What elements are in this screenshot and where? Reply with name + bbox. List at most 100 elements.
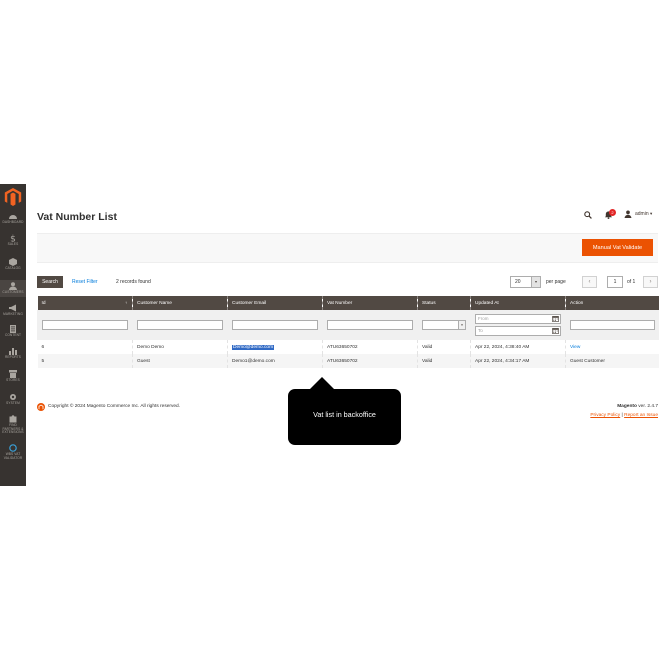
next-page-button[interactable]: › (643, 276, 658, 288)
column-header-customer-email[interactable]: Customer Email (227, 296, 323, 310)
sidebar-item-marketing[interactable]: MARKETING (0, 304, 26, 317)
calendar-icon[interactable] (552, 328, 559, 334)
sidebar-item-label: STORES (6, 378, 20, 382)
page-title: Vat Number List (37, 211, 117, 223)
filter-from-placeholder: From (478, 316, 489, 321)
sidebar-item-label: SYSTEM (6, 401, 20, 405)
filter-customer-email-input[interactable] (232, 320, 318, 330)
chevron-down-icon[interactable]: ▾ (531, 277, 540, 287)
sidebar-item-label: MARKETING (3, 312, 23, 316)
page-size-select[interactable]: 20 ▾ (510, 276, 541, 288)
vat-validator-icon (9, 444, 17, 452)
view-link[interactable]: View (570, 345, 580, 350)
gear-icon (10, 394, 16, 400)
column-header-action: Action (565, 296, 659, 310)
filter-to-placeholder: To (478, 328, 483, 333)
calendar-icon[interactable] (552, 316, 559, 322)
column-header-updated-at[interactable]: Updated At (470, 296, 566, 310)
sidebar-item-label: SALES (7, 242, 19, 246)
selected-email-text: Demo@demo.com (232, 344, 275, 350)
sidebar-item-content[interactable]: CONTENT (0, 325, 26, 338)
sidebar-item-label: CUSTOMERS (2, 290, 24, 294)
cell-customer-name: Guest (132, 354, 228, 368)
sidebar-item-customers[interactable]: CUSTOMERS (0, 280, 26, 297)
copyright-text: Copyright © 2024 Magento Commerce Inc. A… (48, 404, 181, 409)
filter-action-input[interactable] (570, 320, 655, 330)
sidebar-item-catalog[interactable]: CATALOG (0, 258, 26, 271)
page-count: of 1 (627, 279, 636, 285)
admin-username[interactable]: admin (635, 211, 649, 217)
page-actions-bar: Manual Vat Validate (37, 233, 658, 263)
column-header-status[interactable]: Status (417, 296, 471, 310)
grid-header-row: Id ↑ Customer Name Customer Email Vat Num… (37, 296, 659, 310)
filter-customer-name-input[interactable] (137, 320, 223, 330)
manual-vat-validate-button[interactable]: Manual Vat Validate (582, 239, 653, 256)
column-header-customer-name[interactable]: Customer Name (132, 296, 228, 310)
bar-chart-icon (9, 348, 17, 355)
filter-updated-from-input[interactable]: From (475, 314, 561, 324)
customers-icon (9, 282, 17, 290)
magento-logo[interactable] (4, 188, 22, 206)
dashboard-icon (9, 215, 17, 219)
magento-footer-logo (37, 403, 45, 411)
sidebar-item-extensions[interactable]: FIND PARTNERS & EXTENSIONS (0, 415, 26, 435)
chevron-down-icon[interactable]: ▾ (650, 211, 652, 217)
current-page-input[interactable]: 1 (607, 276, 623, 288)
admin-sidebar: DASHBOARD $ SALES CATALOG CUSTOMERS MARK… (0, 184, 26, 486)
table-row[interactable]: 5 Guest Demo1@demo.com ATU63650702 Valid… (37, 354, 659, 368)
store-icon (9, 370, 17, 378)
grid-filter-row: ▾ From To (37, 310, 659, 340)
svg-text:$: $ (10, 235, 16, 243)
puzzle-icon (9, 415, 17, 423)
cell-status: Valid (417, 354, 471, 368)
cell-customer-email: Demo1@demo.com (227, 354, 323, 368)
sidebar-item-system[interactable]: SYSTEM (0, 393, 26, 406)
column-header-id[interactable]: Id ↑ (37, 296, 133, 310)
cell-id: 6 (37, 340, 133, 354)
sidebar-item-reports[interactable]: REPORTS (0, 347, 26, 360)
filter-updated-to-input[interactable]: To (475, 326, 561, 336)
dollar-icon: $ (10, 235, 16, 243)
prev-page-button[interactable]: ‹ (582, 276, 597, 288)
user-icon[interactable] (624, 210, 632, 218)
sort-arrow-icon: ↑ (125, 300, 127, 305)
cell-status: Valid (417, 340, 471, 354)
sidebar-item-sales[interactable]: $ SALES (0, 234, 26, 247)
chevron-down-icon[interactable]: ▾ (458, 321, 465, 329)
column-header-label: Id (41, 300, 46, 306)
magento-version: Magento ver. 2.4.7 (617, 404, 658, 409)
cell-vat-number: ATU63650702 (322, 354, 418, 368)
cell-action: View (565, 340, 659, 354)
column-header-vat-number[interactable]: Vat Number (322, 296, 418, 310)
sidebar-item-label: REPORTS (4, 355, 22, 359)
version-number: ver. 2.4.7 (638, 404, 658, 409)
reset-filter-link[interactable]: Reset Filter (72, 279, 98, 285)
sidebar-item-label: DASHBOARD (2, 220, 24, 224)
sidebar-item-label: CATALOG (5, 266, 21, 270)
records-found: 2 records found (116, 279, 151, 285)
per-page-label: per page (546, 279, 566, 285)
version-brand: Magento (617, 404, 637, 409)
megaphone-icon (9, 304, 16, 312)
cell-updated-at: Apr 22, 2024, 4:38:40 AM (470, 340, 566, 354)
table-row[interactable]: 6 Demo Demo Demo@demo.com ATU63650702 Va… (37, 340, 659, 354)
content-icon (10, 325, 16, 333)
annotation-callout: Vat list in backoffice (288, 389, 401, 445)
filter-status-select[interactable]: ▾ (422, 320, 466, 330)
sidebar-item-label: FIND PARTNERS & EXTENSIONS (2, 423, 24, 435)
filter-vat-number-input[interactable] (327, 320, 413, 330)
report-issue-link[interactable]: Report an Issue (624, 413, 658, 418)
sidebar-item-label: CONTENT (4, 333, 22, 337)
privacy-policy-link[interactable]: Privacy Policy (590, 413, 620, 418)
sidebar-item-stores[interactable]: STORES (0, 370, 26, 383)
cell-action: Guest Customer (565, 354, 659, 368)
cell-customer-email: Demo@demo.com (227, 340, 323, 354)
cell-id: 5 (37, 354, 133, 368)
footer-links: Privacy Policy | Report an Issue (590, 413, 658, 418)
sidebar-item-label: WBS VAT VALIDATOR (3, 452, 23, 460)
sidebar-item-dashboard[interactable]: DASHBOARD (0, 212, 26, 225)
filter-id-input[interactable] (42, 320, 128, 330)
sidebar-item-vat-validator[interactable]: WBS VAT VALIDATOR (0, 444, 26, 460)
search-icon[interactable] (584, 211, 592, 219)
search-button[interactable]: Search (37, 276, 63, 288)
